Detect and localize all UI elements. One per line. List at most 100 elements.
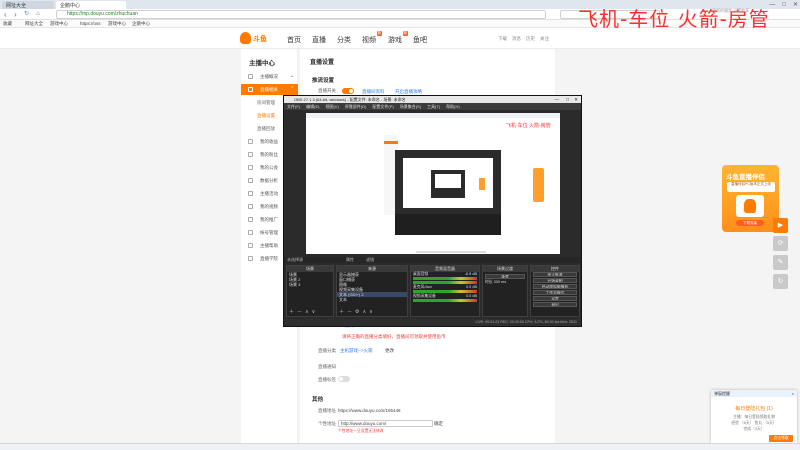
obs-menu-item[interactable]: 帮助(H) (446, 103, 460, 110)
nav-live[interactable]: 直播 (312, 35, 326, 45)
sidebar-item-icon (248, 230, 253, 235)
obs-menu-item[interactable]: 配置文件(P) (372, 103, 393, 110)
obs-exit-button[interactable]: 退出 (533, 302, 577, 307)
obs-volume-meter[interactable] (413, 290, 477, 293)
obs-window[interactable]: OBS 27.1.3 (64-bit, windows) - 配置文件: 未命名… (283, 95, 582, 327)
site-logo[interactable]: 斗鱼 (240, 32, 270, 45)
short-url-confirm[interactable]: 确定 (434, 421, 443, 427)
obs-volume-meter[interactable] (413, 277, 477, 280)
forward-icon[interactable]: › (14, 10, 17, 19)
obs-settings-button[interactable]: 设置 (533, 296, 577, 301)
popup-line: 主播：每日登陆领取礼物 (733, 415, 775, 419)
promo-download-button[interactable]: 下载安装 (736, 220, 764, 226)
obs-sources-dock: 来源 显示器捕获 窗口捕获 图像 视频采集设备 文本 (GDI+) 2 文本 ＋… (336, 265, 408, 317)
play-icon[interactable]: ▶ (773, 218, 788, 233)
address-bar[interactable]: https://mp.douyu.com/zhuchuan (56, 10, 546, 19)
minimize-icon[interactable]: — (769, 2, 775, 8)
short-url-input[interactable]: http://www.douyu.com/ (338, 420, 433, 427)
obs-minimize-icon[interactable]: — (555, 96, 560, 103)
nav-yuba[interactable]: 鱼吧 (413, 35, 427, 45)
room-warning: 请将正确的直播分类填好，直播间可领取并使用鱼币 (342, 334, 446, 339)
preview-nested-promo (479, 178, 485, 190)
bookmark-item[interactable]: 网址大全 (25, 21, 43, 27)
stream-toggle[interactable] (342, 88, 354, 94)
sidebar-item-label: 直播设置 (257, 113, 275, 118)
obs-studio-mode-button[interactable]: 工作室模式 (533, 290, 577, 295)
browser-tab-active[interactable]: 企鹅中心 (56, 1, 126, 9)
obs-source-tools[interactable]: ＋－⚙∧∨ (339, 308, 376, 315)
obs-menu-item[interactable]: 视图(V) (325, 103, 338, 110)
obs-duration-row: 时长 300 ms (483, 280, 527, 284)
obs-source-item[interactable]: 文本 (337, 297, 407, 302)
nav-category[interactable]: 分类 (337, 35, 351, 45)
category-change-button[interactable]: 更改 (385, 348, 394, 354)
obs-virtual-camera-button[interactable]: 启动虚拟摄像机 (533, 284, 577, 289)
maximize-icon[interactable]: □ (782, 2, 786, 8)
refresh-icon[interactable]: ⟳ (773, 236, 788, 251)
obs-close-icon[interactable]: ✕ (574, 96, 578, 103)
obs-transition-select[interactable]: 渐变 (485, 274, 525, 279)
promo-widget[interactable]: 斗鱼直播伴侣 直播伴侣PC版本正式上线 下载安装 (722, 165, 779, 232)
preview-sidebar-active (384, 141, 398, 144)
preview-browser-bar (306, 113, 560, 118)
bookmark-item[interactable]: 企鹅中心 (132, 21, 150, 27)
obs-stop-stream-button[interactable]: 停止推流 (533, 272, 577, 277)
obs-menu-item[interactable]: 编辑(E) (306, 103, 319, 110)
sidebar-item-label: 主播帮助 (260, 243, 278, 248)
bookmark-item[interactable]: 游戏中心 (108, 21, 126, 27)
duration-label: 时长 (485, 280, 493, 284)
sidebar-item[interactable]: 主播概况 ⌄ (241, 71, 298, 82)
obs-mixer-channel: 桌面音频 -6.9 dB (411, 272, 479, 276)
close-icon[interactable]: ✕ (793, 1, 798, 8)
obs-statusbar: LIVE: 00:01:23 REC: 00:00:00 CPU: 3.2%, … (284, 319, 581, 326)
home-icon[interactable]: ⌂ (36, 10, 40, 19)
nav-video[interactable]: 视频新 (362, 31, 382, 45)
reload-icon[interactable]: ↻ (24, 10, 29, 19)
header-follow[interactable]: 关注 (540, 36, 549, 42)
sidebar-item-icon (248, 256, 253, 261)
preview-nested-obs-2 (431, 170, 465, 198)
mixer-channel-name: 桌面音频 (413, 272, 429, 276)
back-icon[interactable]: ‹ (4, 10, 7, 19)
obs-volume-meter[interactable] (413, 281, 477, 284)
popup-claim-button[interactable]: 点击领取 (769, 435, 793, 442)
preview-overlay-text: 飞机-车位 火箭-房管 (506, 123, 551, 129)
nav-badge: 新 (402, 31, 408, 36)
category-label: 直播分类 (318, 348, 336, 353)
header-download[interactable]: 下载 (498, 36, 507, 42)
obs-menu-item[interactable]: 场景集合(S) (400, 103, 421, 110)
nav-game[interactable]: 游戏新 (388, 31, 408, 45)
obs-scene-tools[interactable]: ＋－∧∨ (289, 308, 318, 315)
bookmark-item[interactable]: 游戏中心 (50, 21, 68, 27)
stream-overlay-subtext: 周到的服务 火箭专享 (712, 8, 750, 13)
sidebar-item-label: 我的粉丝 (260, 152, 278, 157)
obs-title-text: OBS 27.1.3 (64-bit, windows) - 配置文件: 未命名… (294, 97, 406, 102)
rotate-icon[interactable]: ↻ (773, 274, 788, 289)
duration-value[interactable]: 300 ms (494, 280, 506, 284)
room-url: https://www.douyu.com/165448 (338, 408, 401, 413)
obs-preview-canvas[interactable]: 飞机-车位 火箭-房管 (306, 113, 560, 254)
bookmark-item[interactable]: 收藏 (3, 21, 12, 27)
obs-menu-item[interactable]: 停靠部件(D) (345, 103, 367, 110)
sidebar-item[interactable]: 直播相关 ⌃ (241, 84, 298, 95)
header-messages[interactable]: 消息 (512, 36, 521, 42)
obs-maximize-icon[interactable]: □ (566, 96, 569, 103)
obs-controls-dock: 控件 停止推流 开始录制 启动虚拟摄像机 工作室模式 设置 退出 (530, 265, 580, 317)
obs-scene-item[interactable]: 场景 3 (287, 282, 333, 287)
obs-properties-button[interactable]: 属性 (346, 257, 354, 263)
sidebar-item-icon (248, 191, 253, 196)
obs-filters-button[interactable]: 滤镜 (366, 257, 374, 263)
popup-close-icon[interactable]: × (792, 390, 794, 397)
obs-menu-item[interactable]: 工具(T) (427, 103, 440, 110)
nav-home[interactable]: 首页 (287, 35, 301, 45)
auto-toggle[interactable] (338, 376, 350, 382)
obs-menu-item[interactable]: 文件(F) (287, 103, 300, 110)
bookmark-item[interactable]: https://oss (80, 21, 101, 26)
header-history[interactable]: 历史 (526, 36, 535, 42)
obs-start-recording-button[interactable]: 开始录制 (533, 278, 577, 283)
obs-volume-meter[interactable] (413, 299, 477, 302)
promo-title: 斗鱼直播伴侣 (726, 174, 765, 181)
edit-icon[interactable]: ✎ (773, 255, 788, 270)
category-value[interactable]: 主机游戏-->火箭 (340, 348, 373, 354)
browser-tab[interactable]: 网址大全 (2, 1, 54, 9)
